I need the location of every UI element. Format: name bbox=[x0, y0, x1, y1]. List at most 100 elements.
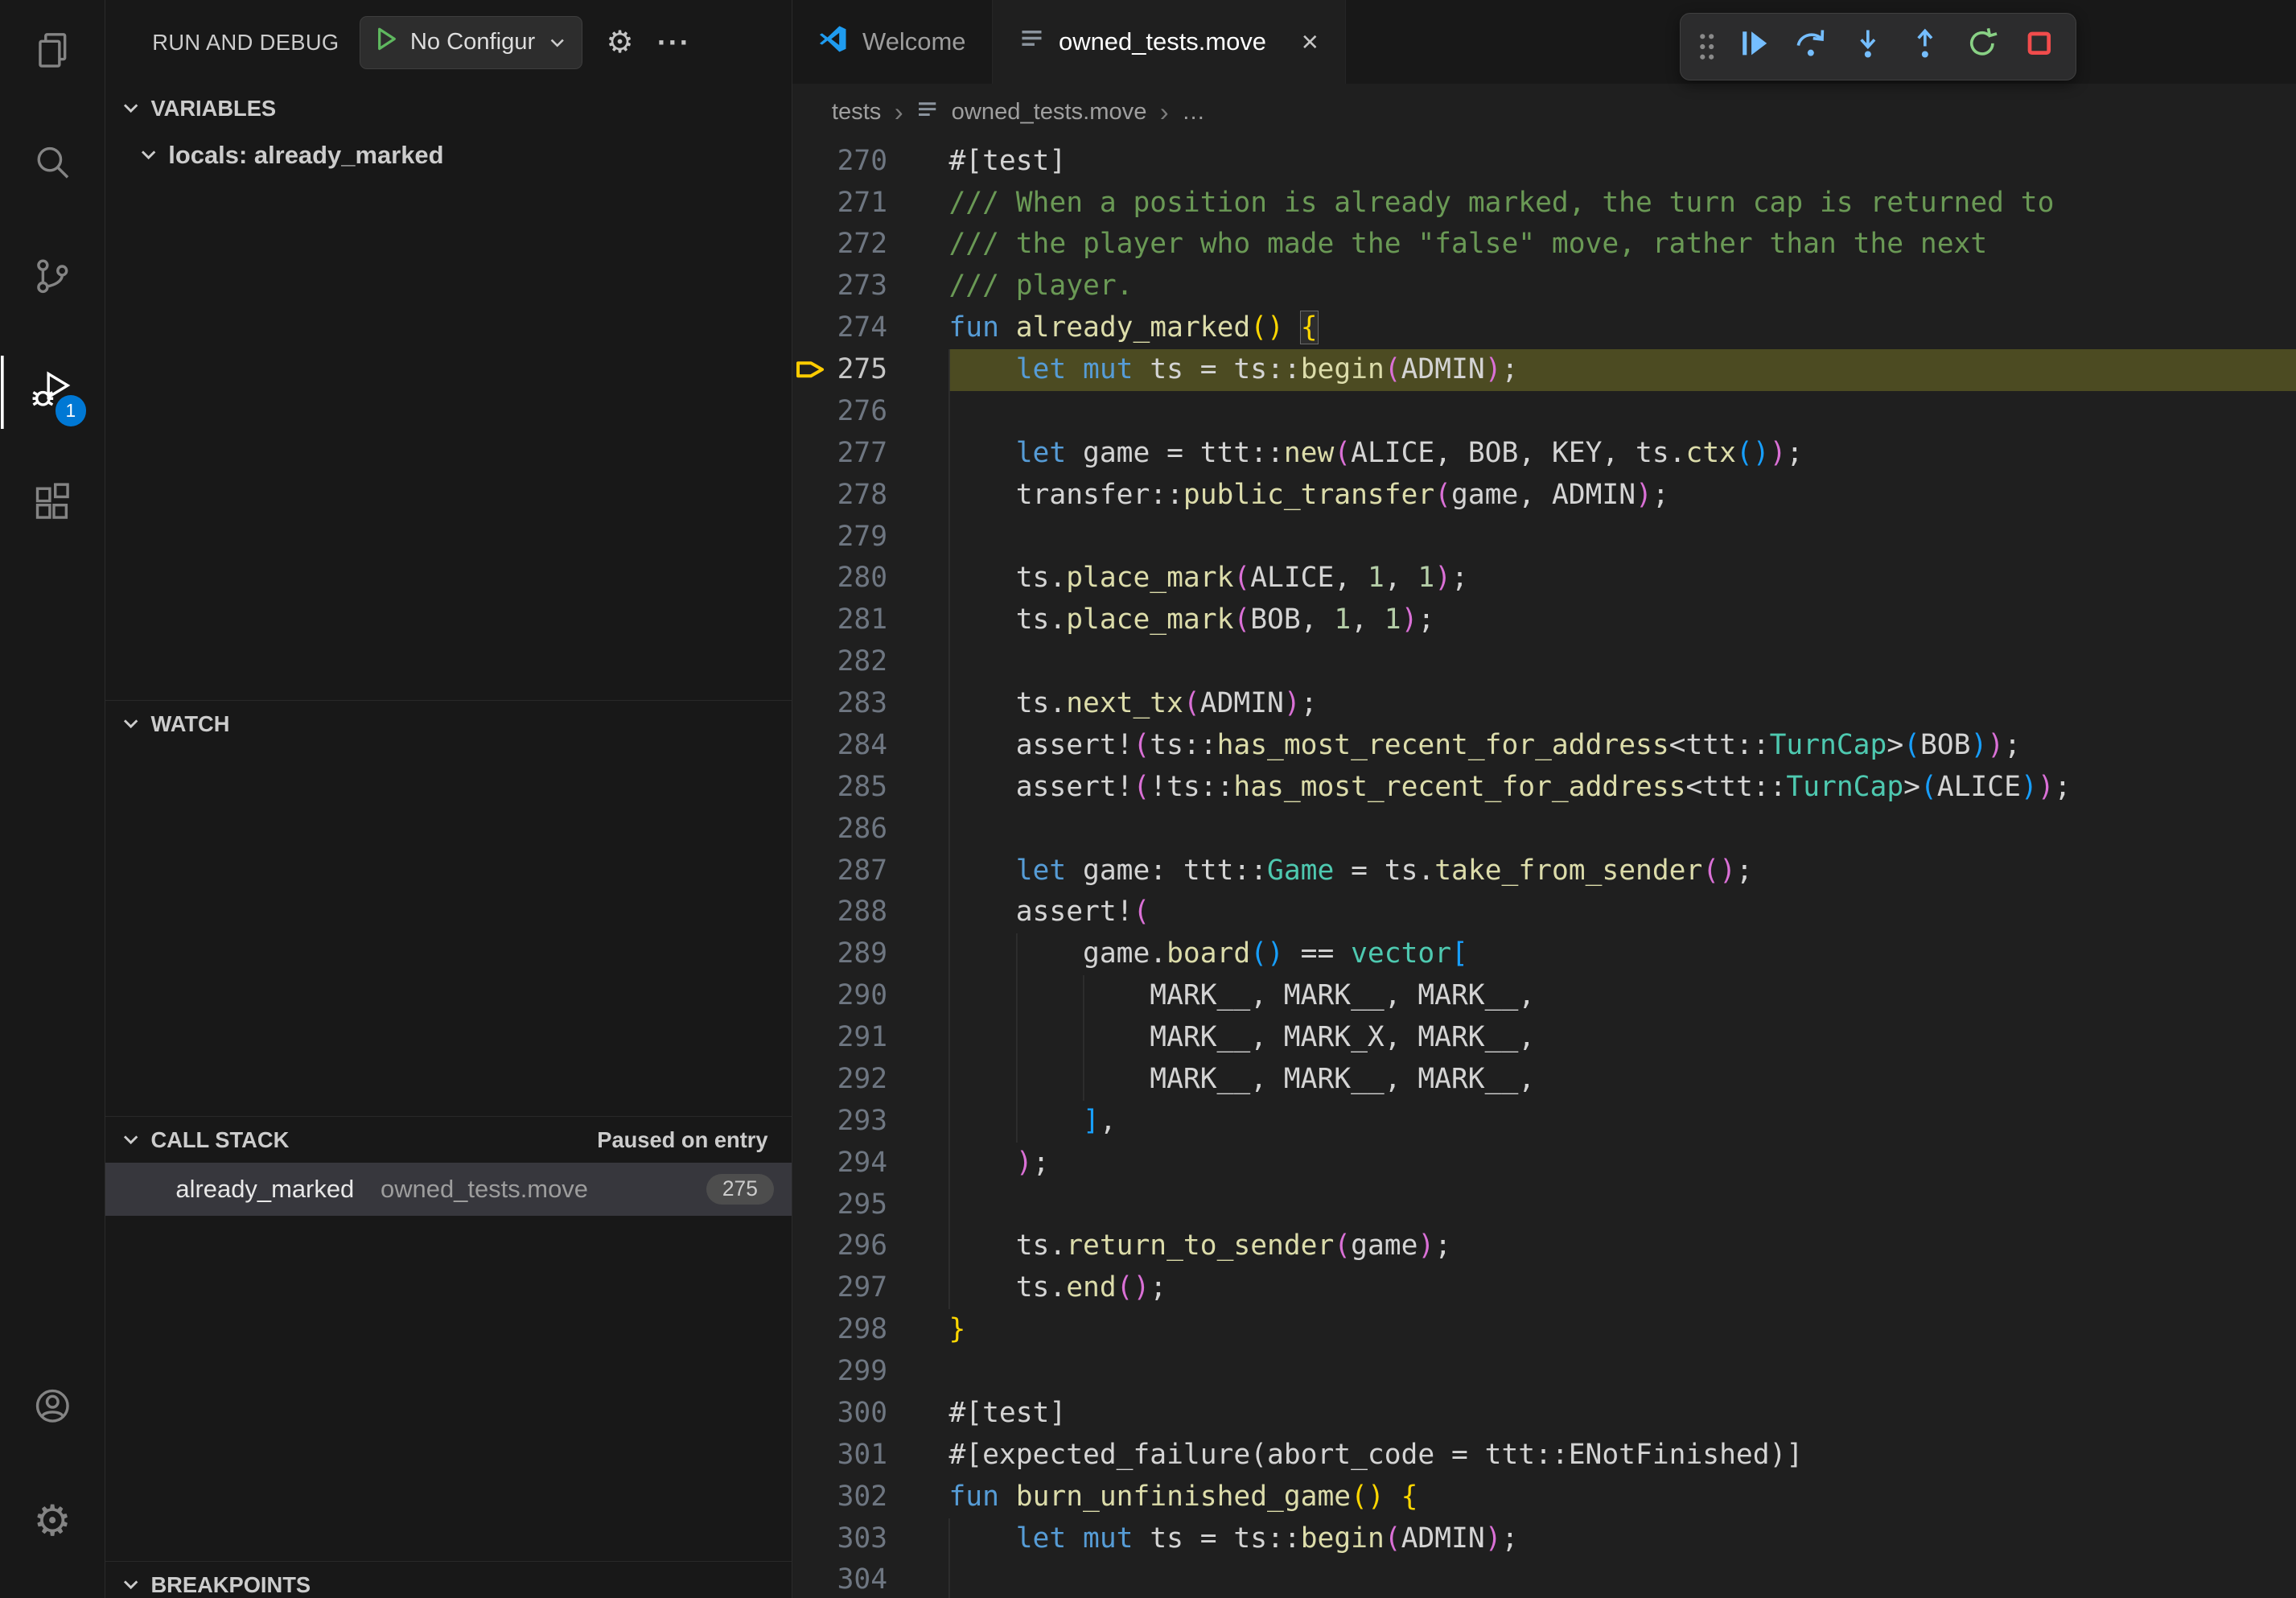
line-number[interactable]: 273 bbox=[792, 266, 887, 307]
code-line[interactable]: 295 bbox=[792, 1184, 2296, 1226]
code-line[interactable]: 303 let mut ts = ts::begin(ADMIN); bbox=[792, 1518, 2296, 1560]
debug-config-dropdown[interactable]: No Configur bbox=[360, 16, 582, 69]
code-line[interactable]: 287 let game: ttt::Game = ts.take_from_se… bbox=[792, 850, 2296, 892]
step-over-button[interactable] bbox=[1783, 19, 1838, 75]
line-number[interactable]: 281 bbox=[792, 599, 887, 641]
code-line-content[interactable]: ], bbox=[948, 1101, 2296, 1143]
code-line[interactable]: 271 /// When a position is already marked… bbox=[792, 183, 2296, 224]
code-line-content[interactable]: ); bbox=[948, 1143, 2296, 1184]
activity-item-source-control[interactable] bbox=[1, 243, 103, 316]
tab-owned-tests[interactable]: owned_tests.move × bbox=[993, 0, 1346, 84]
code-line[interactable]: 280 ts.place_mark(ALICE, 1, 1); bbox=[792, 558, 2296, 599]
code-line-content[interactable] bbox=[948, 391, 2296, 433]
code-line-content[interactable]: #[expected_failure(abort_code = ttt::ENo… bbox=[948, 1435, 2296, 1477]
line-number[interactable]: 280 bbox=[792, 558, 887, 599]
line-number[interactable]: 283 bbox=[792, 683, 887, 725]
code-line[interactable]: 278 transfer::public_transfer(game, ADMIN… bbox=[792, 475, 2296, 517]
breadcrumb-item-more[interactable]: … bbox=[1182, 99, 1205, 126]
line-number[interactable]: 270 bbox=[792, 141, 887, 183]
code-line-content[interactable]: assert!(!ts::has_most_recent_for_address… bbox=[948, 767, 2296, 809]
step-into-button[interactable] bbox=[1840, 19, 1895, 75]
step-out-button[interactable] bbox=[1897, 19, 1952, 75]
activity-item-search[interactable] bbox=[1, 130, 103, 204]
line-number[interactable]: 297 bbox=[792, 1267, 887, 1309]
code-line-content[interactable]: MARK__, MARK_X, MARK__, bbox=[948, 1017, 2296, 1059]
code-line-content[interactable] bbox=[948, 809, 2296, 850]
debug-settings-gear-icon[interactable]: ⚙ bbox=[606, 25, 633, 60]
code-line[interactable]: 298} bbox=[792, 1309, 2296, 1351]
code-line[interactable]: 284 assert!(ts::has_most_recent_for_addre… bbox=[792, 725, 2296, 767]
code-line-content[interactable]: ts.place_mark(ALICE, 1, 1); bbox=[948, 558, 2296, 599]
tab-welcome[interactable]: Welcome bbox=[792, 0, 993, 84]
code-line-content[interactable]: MARK__, MARK__, MARK__, bbox=[948, 1059, 2296, 1101]
line-number[interactable]: 277 bbox=[792, 433, 887, 475]
call-stack-frame[interactable]: already_marked owned_tests.move 275 bbox=[105, 1163, 792, 1216]
code-line-content[interactable]: let mut ts = ts::begin(ADMIN); bbox=[948, 1518, 2296, 1560]
code-line[interactable]: 273 /// player. bbox=[792, 266, 2296, 307]
code-line[interactable]: 281ts.place_mark(BOB, 1, 1); bbox=[792, 599, 2296, 641]
code-line[interactable]: 270 #[test] bbox=[792, 141, 2296, 183]
line-number[interactable]: 288 bbox=[792, 892, 887, 933]
activity-item-explorer[interactable] bbox=[1, 18, 103, 91]
code-line[interactable]: 288 assert!( bbox=[792, 892, 2296, 933]
line-number[interactable]: 285 bbox=[792, 767, 887, 809]
line-number[interactable]: 287 bbox=[792, 850, 887, 892]
more-actions-icon[interactable]: ··· bbox=[657, 26, 691, 60]
code-line[interactable]: 283ts.next_tx(ADMIN); bbox=[792, 683, 2296, 725]
code-line[interactable]: 275 let mut ts = ts::begin(ADMIN); bbox=[792, 349, 2296, 391]
code-line-content[interactable]: let game: ttt::Game = ts.take_from_sende… bbox=[948, 850, 2296, 892]
line-number[interactable]: 296 bbox=[792, 1225, 887, 1267]
code-line-content[interactable]: assert!(ts::has_most_recent_for_address<… bbox=[948, 725, 2296, 767]
code-line-content[interactable]: } bbox=[948, 1309, 2296, 1351]
activity-item-extensions[interactable] bbox=[1, 468, 103, 542]
code-line[interactable]: 302fun burn_unfinished_game() { bbox=[792, 1477, 2296, 1518]
code-line[interactable]: 277let game = ttt::new(ALICE, BOB, KEY, … bbox=[792, 433, 2296, 475]
code-line[interactable]: 292 MARK__, MARK__, MARK__, bbox=[792, 1059, 2296, 1101]
line-number[interactable]: 292 bbox=[792, 1059, 887, 1101]
code-line[interactable]: 272/// the player who made the "false" m… bbox=[792, 224, 2296, 266]
line-number[interactable]: 286 bbox=[792, 809, 887, 850]
section-breakpoints[interactable]: BREAKPOINTS bbox=[105, 1561, 792, 1598]
code-line[interactable]: 285 assert!(!ts::has_most_recent_for_addr… bbox=[792, 767, 2296, 809]
code-line-content[interactable]: /// When a position is already marked, t… bbox=[948, 183, 2296, 224]
line-number[interactable]: 303 bbox=[792, 1518, 887, 1560]
code-line[interactable]: 291 MARK__, MARK_X, MARK__, bbox=[792, 1017, 2296, 1059]
breadcrumb-item-file[interactable]: owned_tests.move bbox=[952, 99, 1147, 126]
debug-start-icon[interactable] bbox=[375, 26, 398, 59]
toolbar-drag-handle[interactable] bbox=[1689, 19, 1725, 75]
code-line-content[interactable]: /// player. bbox=[948, 266, 2296, 307]
code-line-content[interactable]: transfer::public_transfer(game, ADMIN); bbox=[948, 475, 2296, 517]
code-line-content[interactable]: MARK__, MARK__, MARK__, bbox=[948, 975, 2296, 1017]
variables-scope-row[interactable]: locals: already_marked bbox=[105, 132, 792, 179]
code-area[interactable]: 270 #[test] 271 /// When a position is alre… bbox=[792, 141, 2296, 1598]
code-line[interactable]: 289game.board() == vector[ bbox=[792, 933, 2296, 975]
line-number[interactable]: 276 bbox=[792, 391, 887, 433]
line-number[interactable]: 299 bbox=[792, 1351, 887, 1393]
line-number[interactable]: 282 bbox=[792, 641, 887, 683]
line-number[interactable]: 293 bbox=[792, 1101, 887, 1143]
code-line[interactable]: 304 bbox=[792, 1559, 2296, 1597]
line-number[interactable]: 278 bbox=[792, 475, 887, 517]
code-line[interactable]: 274fun already_marked() { bbox=[792, 307, 2296, 349]
code-line-content[interactable]: fun already_marked() { bbox=[948, 307, 2296, 349]
code-line[interactable]: 296ts.return_to_sender(game); bbox=[792, 1225, 2296, 1267]
code-line[interactable]: 290MARK__, MARK__, MARK__, bbox=[792, 975, 2296, 1017]
code-line[interactable]: 299 bbox=[792, 1351, 2296, 1393]
line-number[interactable]: 275 bbox=[792, 349, 887, 391]
line-number[interactable]: 294 bbox=[792, 1143, 887, 1184]
close-icon[interactable]: × bbox=[1302, 27, 1319, 56]
code-line-content[interactable]: #[test] bbox=[948, 141, 2296, 183]
code-line[interactable]: 293], bbox=[792, 1101, 2296, 1143]
breadcrumb-item-tests[interactable]: tests bbox=[832, 99, 881, 126]
line-number[interactable]: 291 bbox=[792, 1017, 887, 1059]
line-number[interactable]: 304 bbox=[792, 1559, 887, 1597]
code-line-content[interactable]: let mut ts = ts::begin(ADMIN); bbox=[948, 349, 2296, 391]
line-number[interactable]: 301 bbox=[792, 1435, 887, 1477]
code-line-content[interactable]: #[test] bbox=[948, 1393, 2296, 1435]
line-number[interactable]: 271 bbox=[792, 183, 887, 224]
code-line-content[interactable]: assert!( bbox=[948, 892, 2296, 933]
code-line[interactable]: 301 #[expected_failure(abort_code = ttt::… bbox=[792, 1435, 2296, 1477]
code-line-content[interactable] bbox=[948, 1184, 2296, 1226]
line-number[interactable]: 284 bbox=[792, 725, 887, 767]
code-line[interactable]: 276 bbox=[792, 391, 2296, 433]
